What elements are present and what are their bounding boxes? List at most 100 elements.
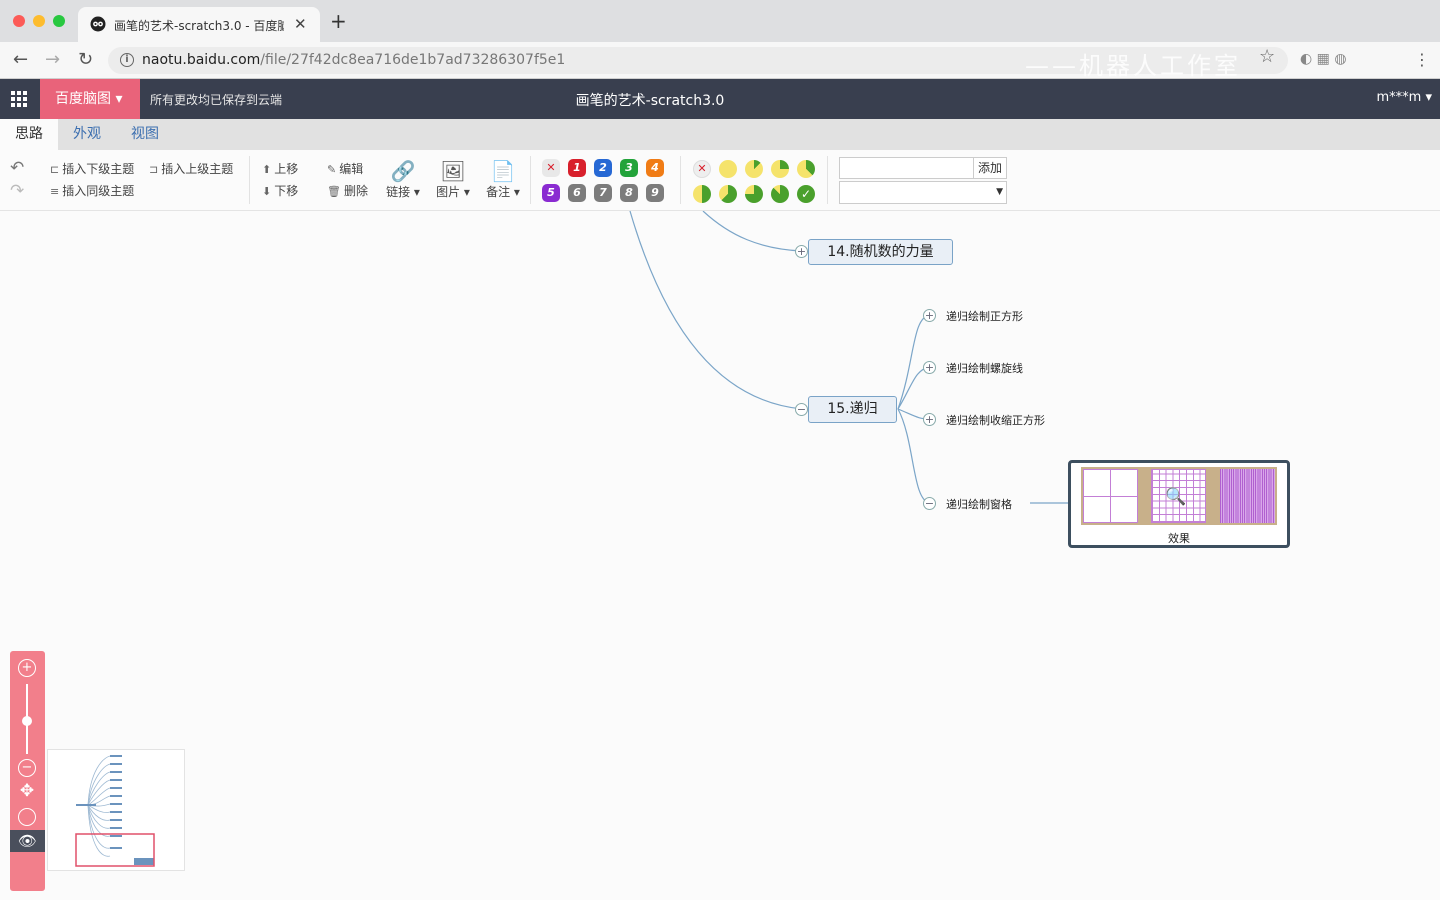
- extension-icons[interactable]: ◐ ▦ ◍: [1300, 51, 1347, 67]
- move-up-button[interactable]: ⬆ 上移: [262, 160, 298, 177]
- toolbar: ↶ ↷ ⊏ 插入下级主题 ⊐ 插入上级主题 ≡ 插入同级主题 ⬆ 上移 ⬇ 下移 ✎ 编辑 …: [0, 150, 1440, 211]
- priority-7-icon[interactable]: 7: [594, 184, 612, 202]
- collapse-icon[interactable]: −: [923, 497, 936, 510]
- mindmap-canvas[interactable]: + 14.随机数的力量 − 15.递归 + 递归绘制正方形 + 递归绘制螺旋线 …: [0, 211, 1440, 900]
- progress-6-icon[interactable]: [745, 185, 763, 203]
- divider: [827, 156, 828, 204]
- tab-title: 画笔的艺术-scratch3.0 - 百度脑图: [114, 19, 284, 33]
- close-window-button[interactable]: [13, 15, 25, 27]
- address-bar: ← → ↻ i naotu.baidu.com/file/27f42dc8ea7…: [0, 42, 1440, 80]
- subtopic-recursive-grid[interactable]: 递归绘制窗格: [946, 496, 1012, 512]
- browser-menu-icon[interactable]: ⋮: [1414, 50, 1430, 69]
- progress-3-icon[interactable]: [797, 160, 815, 178]
- link-topic14: [702, 211, 803, 252]
- bookmark-star-icon[interactable]: ☆: [1259, 46, 1275, 67]
- expand-icon[interactable]: +: [923, 413, 936, 426]
- tag-input[interactable]: [839, 157, 974, 179]
- minimap-graphic: [75, 755, 155, 867]
- insert-parent-icon: ⊐: [149, 163, 159, 176]
- insert-child-icon: ⊏: [50, 163, 60, 176]
- document-title[interactable]: 画笔的艺术-scratch3.0: [0, 90, 1300, 110]
- divider: [249, 156, 250, 204]
- expand-icon[interactable]: +: [795, 245, 808, 258]
- priority-1-icon[interactable]: 1: [568, 159, 586, 177]
- trash-icon: 🗑: [327, 185, 341, 198]
- maximize-window-button[interactable]: [53, 15, 65, 27]
- forward-arrow-icon[interactable]: →: [45, 50, 60, 70]
- tag-select[interactable]: ▼: [839, 181, 1007, 204]
- user-menu[interactable]: m***m ▾: [1377, 90, 1433, 105]
- priority-2-icon[interactable]: 2: [594, 159, 612, 177]
- caret-down-icon: ▼: [996, 187, 1003, 197]
- browser-tab-bar: 画笔的艺术-scratch3.0 - 百度脑图 ✕ +: [0, 0, 1440, 42]
- progress-4-icon[interactable]: [693, 185, 711, 203]
- priority-8-icon[interactable]: 8: [620, 184, 638, 202]
- priority-5-icon[interactable]: 5: [542, 184, 560, 202]
- subtopic-recursive-square[interactable]: 递归绘制正方形: [946, 308, 1023, 324]
- new-tab-button[interactable]: +: [330, 11, 347, 31]
- delete-button[interactable]: 🗑 删除: [327, 182, 368, 199]
- minimize-window-button[interactable]: [33, 15, 45, 27]
- move-down-button[interactable]: ⬇ 下移: [262, 182, 298, 199]
- naotu-logo-icon: [90, 16, 106, 32]
- insert-sibling-icon: ≡: [50, 185, 60, 198]
- reload-icon[interactable]: ↻: [78, 50, 93, 70]
- zoom-panel: + − ✥ 👁: [10, 651, 45, 891]
- video-watermark: ——机器人工作室: [1025, 52, 1241, 80]
- grid-level-1: [1083, 469, 1138, 523]
- progress-7-icon[interactable]: [771, 185, 789, 203]
- progress-done-icon[interactable]: ✓: [797, 185, 815, 203]
- move-icon[interactable]: ✥: [18, 783, 36, 801]
- subtopic-shrinking-square[interactable]: 递归绘制收缩正方形: [946, 412, 1045, 428]
- eye-icon[interactable]: 👁: [10, 830, 45, 852]
- minimap[interactable]: [47, 749, 185, 871]
- priority-4-icon[interactable]: 4: [646, 159, 664, 177]
- info-icon[interactable]: i: [120, 53, 134, 67]
- priority-6-icon[interactable]: 6: [568, 184, 586, 202]
- insert-sibling-button[interactable]: ≡ 插入同级主题: [50, 182, 134, 199]
- expand-icon[interactable]: +: [923, 361, 936, 374]
- priority-remove-icon[interactable]: ✕: [542, 159, 560, 177]
- progress-5-icon[interactable]: [719, 185, 737, 203]
- note-icon: 📄: [490, 159, 516, 183]
- priority-9-icon[interactable]: 9: [646, 184, 664, 202]
- edit-button[interactable]: ✎ 编辑: [327, 160, 363, 177]
- locate-icon[interactable]: [18, 808, 36, 826]
- tag-add-button[interactable]: 添加: [973, 157, 1007, 179]
- grid-level-3: [1220, 469, 1275, 523]
- tab-appearance[interactable]: 外观: [58, 119, 116, 150]
- insert-child-button[interactable]: ⊏ 插入下级主题: [50, 160, 134, 177]
- insert-parent-button[interactable]: ⊐ 插入上级主题: [149, 160, 233, 177]
- arrow-up-icon: ⬆: [262, 163, 272, 176]
- pencil-icon: ✎: [327, 163, 337, 176]
- priority-3-icon[interactable]: 3: [620, 159, 638, 177]
- image-button[interactable]: 🖼 图片 ▾: [433, 159, 473, 200]
- zoom-in-icon[interactable]: +: [18, 659, 36, 677]
- link-button[interactable]: 🔗 链接 ▾: [383, 159, 423, 200]
- progress-0-icon[interactable]: [719, 160, 737, 178]
- topic-14[interactable]: 14.随机数的力量: [808, 239, 953, 265]
- back-arrow-icon[interactable]: ←: [13, 50, 28, 70]
- undo-icon[interactable]: ↶: [10, 158, 24, 178]
- tab-close-icon[interactable]: ✕: [294, 15, 307, 33]
- subtopic-recursive-spiral[interactable]: 递归绘制螺旋线: [946, 360, 1023, 376]
- divider: [680, 156, 681, 204]
- progress-1-icon[interactable]: [745, 160, 763, 178]
- zoom-out-icon[interactable]: −: [18, 759, 36, 777]
- image-caption: 效果: [1168, 532, 1190, 545]
- tab-idea[interactable]: 思路: [0, 119, 58, 150]
- expand-icon[interactable]: +: [923, 309, 936, 322]
- topic-15[interactable]: 15.递归: [808, 396, 897, 423]
- divider: [530, 156, 531, 204]
- redo-icon[interactable]: ↷: [10, 181, 24, 201]
- zoom-slider-handle[interactable]: [22, 716, 32, 726]
- progress-remove-icon[interactable]: ✕: [693, 160, 711, 178]
- progress-2-icon[interactable]: [771, 160, 789, 178]
- collapse-icon[interactable]: −: [795, 403, 808, 416]
- browser-tab[interactable]: 画笔的艺术-scratch3.0 - 百度脑图 ✕: [78, 7, 320, 42]
- note-button[interactable]: 📄 备注 ▾: [483, 159, 523, 200]
- image-icon: 🖼: [440, 159, 466, 183]
- app-header: 百度脑图 ▾ 所有更改均已保存到云端 画笔的艺术-scratch3.0 m***…: [0, 79, 1440, 119]
- tab-view[interactable]: 视图: [116, 119, 174, 150]
- arrow-down-icon: ⬇: [262, 185, 272, 198]
